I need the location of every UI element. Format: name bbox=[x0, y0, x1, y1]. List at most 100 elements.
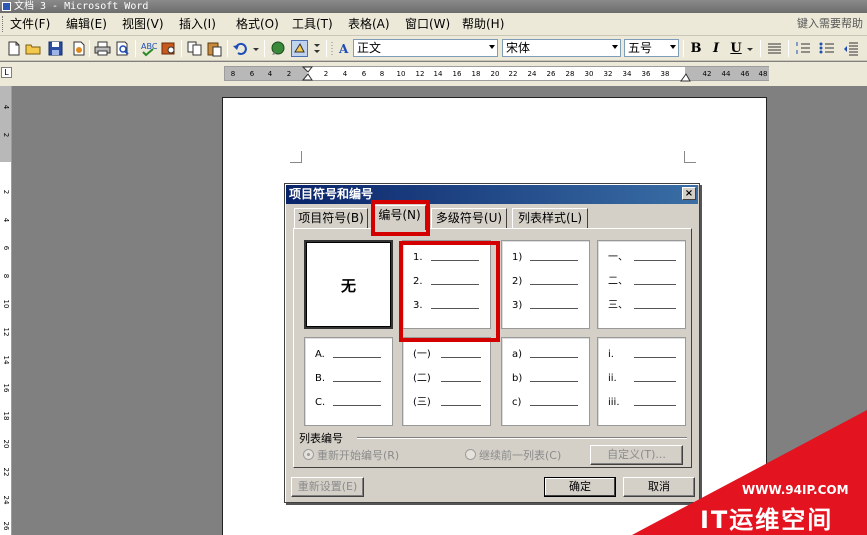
vruler-tick: 14 bbox=[2, 355, 10, 365]
drawing-icon[interactable] bbox=[291, 40, 308, 57]
menu-window[interactable]: 窗口(W) bbox=[405, 17, 450, 32]
spelling-icon[interactable]: ABC bbox=[140, 40, 158, 57]
list-marker: 2) bbox=[512, 276, 523, 287]
list-marker: 一、 bbox=[608, 252, 628, 263]
text-line bbox=[634, 357, 676, 358]
font-size-combo[interactable]: 五号 bbox=[624, 39, 679, 57]
numbering-option-chinese-paren[interactable]: (一) (二) (三) bbox=[402, 337, 491, 426]
crop-mark bbox=[684, 151, 696, 163]
copy-icon[interactable] bbox=[186, 40, 203, 57]
paste-icon[interactable] bbox=[206, 40, 223, 57]
tab-bullets[interactable]: 项目符号(B) bbox=[294, 208, 368, 229]
text-line bbox=[634, 308, 676, 309]
radio-dot-icon bbox=[303, 449, 314, 460]
save-icon[interactable] bbox=[47, 40, 64, 57]
dialog-title-bar[interactable]: 项目符号和编号 bbox=[286, 185, 698, 204]
text-line bbox=[333, 357, 381, 358]
text-line bbox=[634, 381, 676, 382]
tab-outline-numbered[interactable]: 多级符号(U) bbox=[431, 208, 507, 229]
toolbar-separator bbox=[135, 40, 136, 57]
list-marker: 3. bbox=[413, 300, 423, 311]
tab-numbering[interactable]: 编号(N) bbox=[373, 205, 426, 230]
italic-button[interactable]: I bbox=[707, 40, 725, 57]
ruler-tick: 38 bbox=[660, 70, 670, 78]
text-line bbox=[431, 284, 479, 285]
bullets-icon[interactable] bbox=[818, 40, 835, 57]
tab-selector[interactable]: L bbox=[1, 67, 12, 78]
styles-pane-icon[interactable]: A bbox=[338, 40, 352, 57]
list-marker: 三、 bbox=[608, 300, 628, 311]
indent-marker-icon[interactable] bbox=[302, 66, 314, 82]
list-marker: B. bbox=[315, 373, 326, 384]
undo-icon[interactable] bbox=[232, 40, 249, 57]
help-search-input[interactable]: 键入需要帮助 bbox=[797, 16, 867, 32]
list-item: A. bbox=[305, 348, 392, 362]
underline-button[interactable]: U bbox=[727, 40, 745, 57]
menu-file[interactable]: 文件(F) bbox=[10, 17, 50, 32]
toolbar-grip[interactable] bbox=[330, 40, 336, 57]
vertical-ruler[interactable]: 4 2 2 4 6 8 10 12 14 16 18 20 22 24 26 bbox=[0, 86, 12, 535]
horizontal-ruler[interactable]: 8 6 4 2 2 4 6 8 10 12 14 16 18 20 22 24 … bbox=[224, 66, 769, 82]
text-line bbox=[530, 357, 578, 358]
menu-table[interactable]: 表格(A) bbox=[348, 17, 390, 32]
text-line bbox=[530, 308, 578, 309]
numbering-option-upper-alpha[interactable]: A. B. C. bbox=[304, 337, 393, 426]
numbering-option-lower-alpha[interactable]: a) b) c) bbox=[501, 337, 590, 426]
new-icon[interactable] bbox=[5, 40, 22, 57]
list-item: 3. bbox=[403, 299, 490, 313]
numbering-option-arabic-dot[interactable]: 1. 2. 3. bbox=[402, 240, 491, 329]
list-item: 二、 bbox=[598, 275, 685, 289]
continue-previous-radio[interactable]: 继续前一列表(C) bbox=[465, 447, 561, 463]
align-justify-icon[interactable] bbox=[766, 40, 783, 57]
restart-numbering-label: 重新开始编号(R) bbox=[317, 449, 400, 462]
list-item: 3) bbox=[502, 299, 589, 313]
menu-help[interactable]: 帮助(H) bbox=[462, 17, 504, 32]
text-line bbox=[530, 260, 578, 261]
font-combo[interactable]: 宋体 bbox=[502, 39, 621, 57]
menu-tools[interactable]: 工具(T) bbox=[292, 17, 333, 32]
tab-list-styles[interactable]: 列表样式(L) bbox=[512, 208, 588, 229]
menu-grip[interactable] bbox=[2, 16, 5, 32]
numbering-option-chinese[interactable]: 一、 二、 三、 bbox=[597, 240, 686, 329]
numbering-option-arabic-paren[interactable]: 1) 2) 3) bbox=[501, 240, 590, 329]
list-item: ii. bbox=[598, 372, 685, 386]
crop-mark bbox=[290, 151, 302, 163]
bold-button[interactable]: B bbox=[687, 40, 705, 57]
permission-icon[interactable] bbox=[70, 40, 87, 57]
list-item: (三) bbox=[403, 396, 490, 410]
ok-button[interactable]: 确定 bbox=[544, 477, 616, 497]
decrease-indent-icon[interactable] bbox=[842, 40, 859, 57]
underline-dropdown-icon[interactable] bbox=[746, 40, 754, 57]
restart-numbering-radio[interactable]: 重新开始编号(R) bbox=[303, 447, 399, 463]
toolbar-separator bbox=[181, 40, 182, 57]
hyperlink-icon[interactable] bbox=[270, 40, 287, 57]
list-marker: b) bbox=[512, 373, 523, 384]
open-icon[interactable] bbox=[25, 40, 42, 57]
print-preview-icon[interactable] bbox=[114, 40, 131, 57]
numbering-option-none[interactable]: 无 bbox=[304, 240, 393, 329]
list-marker: 3) bbox=[512, 300, 523, 311]
style-combo[interactable]: 正文 bbox=[353, 39, 498, 57]
vruler-tick: 12 bbox=[2, 327, 10, 337]
menu-insert[interactable]: 插入(I) bbox=[179, 17, 216, 32]
research-icon[interactable] bbox=[160, 40, 177, 57]
list-item: 一、 bbox=[598, 251, 685, 265]
close-button[interactable]: × bbox=[682, 187, 696, 200]
toolbar-overflow-icon[interactable] bbox=[313, 40, 321, 57]
menu-view[interactable]: 视图(V) bbox=[122, 17, 164, 32]
toolbar-separator bbox=[326, 40, 327, 57]
menu-edit[interactable]: 编辑(E) bbox=[66, 17, 107, 32]
print-icon[interactable] bbox=[94, 40, 111, 57]
ruler-tick: 4 bbox=[267, 70, 273, 78]
right-indent-marker-icon[interactable] bbox=[680, 71, 692, 82]
list-marker: 二、 bbox=[608, 276, 628, 287]
reset-button[interactable]: 重新设置(E) bbox=[291, 477, 364, 497]
list-marker: 1) bbox=[512, 252, 523, 263]
numbering-icon[interactable] bbox=[794, 40, 811, 57]
vruler-tick: 20 bbox=[2, 439, 10, 449]
ruler-tick: 42 bbox=[702, 70, 712, 78]
undo-dropdown-icon[interactable] bbox=[252, 40, 260, 57]
menu-format[interactable]: 格式(O) bbox=[236, 17, 279, 32]
text-line bbox=[431, 308, 479, 309]
vruler-tick: 8 bbox=[2, 273, 10, 279]
